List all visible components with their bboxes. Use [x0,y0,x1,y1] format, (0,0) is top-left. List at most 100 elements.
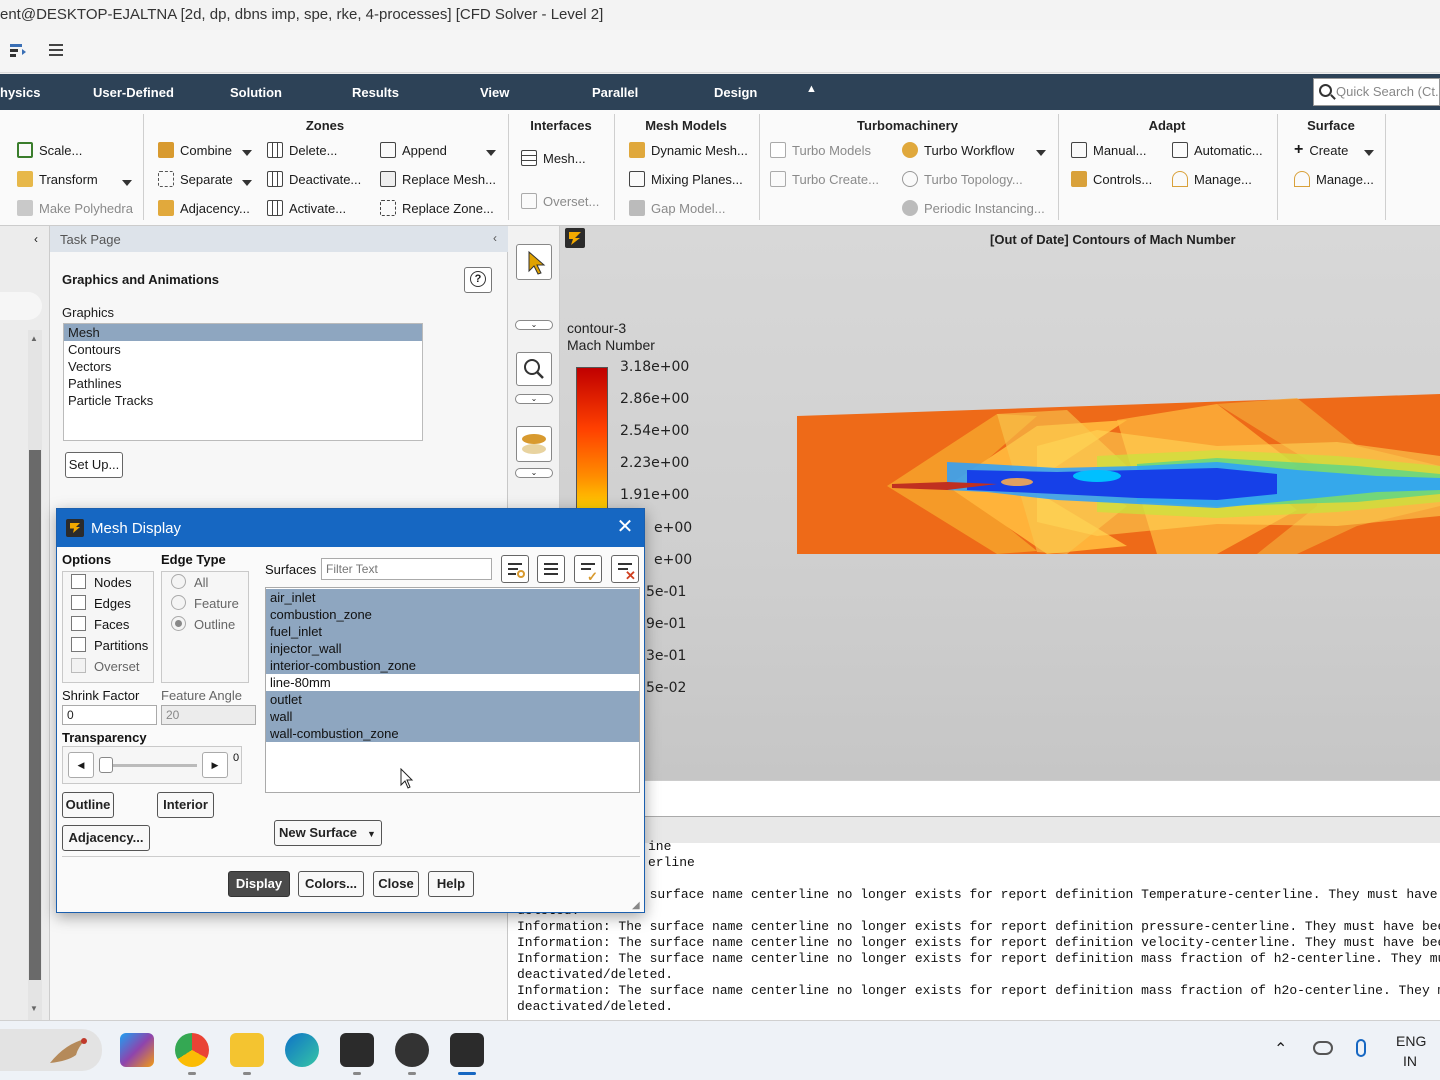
scroll-down-icon[interactable]: ▼ [30,1004,38,1013]
separate-dropdown-icon[interactable] [242,180,252,186]
slider-right-icon[interactable]: ▶ [202,752,228,778]
chevron-up-icon[interactable]: ⌃ [1274,1039,1287,1059]
make-polyhedra-button[interactable]: Make Polyhedra [17,198,133,218]
graphics-list[interactable]: Mesh Contours Vectors Pathlines Particle… [63,323,423,441]
zoom-tool-button[interactable] [516,352,552,386]
chrome-app-icon[interactable] [175,1033,209,1067]
search-box[interactable] [0,1029,102,1071]
file-explorer-icon[interactable] [230,1033,264,1067]
new-surface-button[interactable]: New Surface ▼ [274,820,382,846]
close-button[interactable]: Close [373,871,419,897]
display-button[interactable]: Display [228,871,290,897]
scale-button[interactable]: Scale... [17,140,82,160]
surface-item-interior-combustion-zone[interactable]: interior-combustion_zone [266,657,639,674]
adjacency-ribbon-button[interactable]: Adjacency... [158,198,250,218]
console-panel[interactable]: ine erline Information: The surface name… [508,816,1440,1020]
region-indicator[interactable]: IN [1403,1053,1417,1069]
expand-view-icon[interactable]: ⌄ [515,468,553,478]
help-dialog-button[interactable]: Help [428,871,474,897]
collapse-task-page-icon[interactable]: ‹ [493,231,497,245]
surface-create-dropdown-icon[interactable] [1364,150,1374,156]
transparency-slider-thumb[interactable] [99,757,113,773]
surface-filter-input[interactable] [321,558,492,580]
append-dropdown-icon[interactable] [486,150,496,156]
delete-zone-button[interactable]: Delete... [267,140,337,160]
graphics-item-mesh[interactable]: Mesh [64,324,422,341]
turbo-workflow-button[interactable]: Turbo Workflow [902,140,1014,160]
resize-grip-icon[interactable]: ◢ [632,900,640,911]
turbo-create-button[interactable]: Turbo Create... [770,169,879,189]
overset-button[interactable]: Overset... [521,191,599,211]
scrollbar-thumb[interactable] [29,450,41,980]
menu-results[interactable]: Results [352,85,399,100]
menu-view[interactable]: View [480,85,509,100]
outline-view-icon[interactable] [47,42,65,58]
overset-checkbox[interactable] [71,658,86,673]
turbo-models-checkbox[interactable]: Turbo Models [770,140,871,160]
fluent-app-icon[interactable] [450,1033,484,1067]
scroll-up-icon[interactable]: ▲ [30,334,38,343]
language-indicator[interactable]: ENG [1396,1033,1426,1049]
help-button[interactable]: ? [464,267,492,293]
partitions-checkbox[interactable] [71,637,86,652]
collapse-left-icon[interactable]: ‹ [34,232,38,246]
periodic-instancing-button[interactable]: Periodic Instancing... [902,198,1045,218]
adapt-manual-button[interactable]: Manual... [1071,140,1146,160]
surface-item-wall-combustion-zone[interactable]: wall-combustion_zone [266,725,639,742]
setup-button[interactable]: Set Up... [65,452,123,478]
turbo-topology-button[interactable]: Turbo Topology... [902,169,1023,189]
menu-parallel[interactable]: Parallel [592,85,638,100]
nodes-checkbox[interactable] [71,574,86,589]
combine-dropdown-icon[interactable] [242,150,252,156]
surface-item-injector-wall[interactable]: injector_wall [266,640,639,657]
quick-search-input[interactable]: Quick Search (Ct... [1313,78,1440,106]
select-all-button[interactable]: ✓ [574,555,602,584]
copilot-app-icon[interactable] [120,1033,154,1067]
list-options-button[interactable] [537,555,565,583]
surface-item-outlet[interactable]: outlet [266,691,639,708]
outline-button[interactable]: Outline [62,792,114,818]
filter-match-button[interactable] [501,555,529,583]
interior-button[interactable]: Interior [157,792,214,818]
deactivate-zone-button[interactable]: Deactivate... [267,169,361,189]
gap-model-button[interactable]: Gap Model... [629,198,725,218]
append-button[interactable]: Append [380,140,447,160]
layout-icon[interactable] [9,42,27,58]
colors-button[interactable]: Colors... [298,871,364,897]
collapse-ribbon-icon[interactable]: ▲ [806,83,817,95]
pointer-tool-button[interactable] [516,244,552,280]
transform-dropdown-icon[interactable] [122,180,132,186]
menu-physics[interactable]: hysics [0,85,40,100]
turbo-workflow-dropdown-icon[interactable] [1036,150,1046,156]
dynamic-mesh-button[interactable]: Dynamic Mesh... [629,140,748,160]
adapt-automatic-button[interactable]: Automatic... [1172,140,1263,160]
separate-button[interactable]: Separate [158,169,233,189]
replace-mesh-button[interactable]: Replace Mesh... [380,169,496,189]
surface-item-line-80mm[interactable]: line-80mm [266,674,639,691]
surface-manage-button[interactable]: Manage... [1294,169,1374,189]
surface-item-fuel-inlet[interactable]: fuel_inlet [266,623,639,640]
surfaces-list[interactable]: air_inlet combustion_zone fuel_inlet inj… [265,587,640,793]
edge-app-icon[interactable] [285,1033,319,1067]
replace-zone-button[interactable]: Replace Zone... [380,198,494,218]
expand-tools-icon[interactable]: ⌄ [515,320,553,330]
close-icon[interactable]: ✕ [614,517,636,539]
faces-checkbox[interactable] [71,616,86,631]
shrink-factor-input[interactable]: 0 [62,705,157,725]
surface-item-wall[interactable]: wall [266,708,639,725]
combine-button[interactable]: Combine [158,140,232,160]
menu-design[interactable]: Design [714,85,757,100]
expand-zoom-icon[interactable]: ⌄ [515,394,553,404]
adapt-controls-button[interactable]: Controls... [1071,169,1152,189]
adapt-manage-button[interactable]: Manage... [1172,169,1252,189]
transform-button[interactable]: Transform [17,169,98,189]
graphics-item-vectors[interactable]: Vectors [64,358,422,375]
adjacency-button[interactable]: Adjacency... [62,825,150,851]
mixing-planes-button[interactable]: Mixing Planes... [629,169,743,189]
transparency-slider-track[interactable] [101,764,197,767]
view-tool-button[interactable] [516,426,552,462]
obs-app-icon[interactable] [395,1033,429,1067]
activate-zone-button[interactable]: Activate... [267,198,346,218]
outline-scrollbar[interactable]: ▲ ▼ [28,330,42,1020]
feature-angle-input[interactable]: 20 [161,705,256,725]
